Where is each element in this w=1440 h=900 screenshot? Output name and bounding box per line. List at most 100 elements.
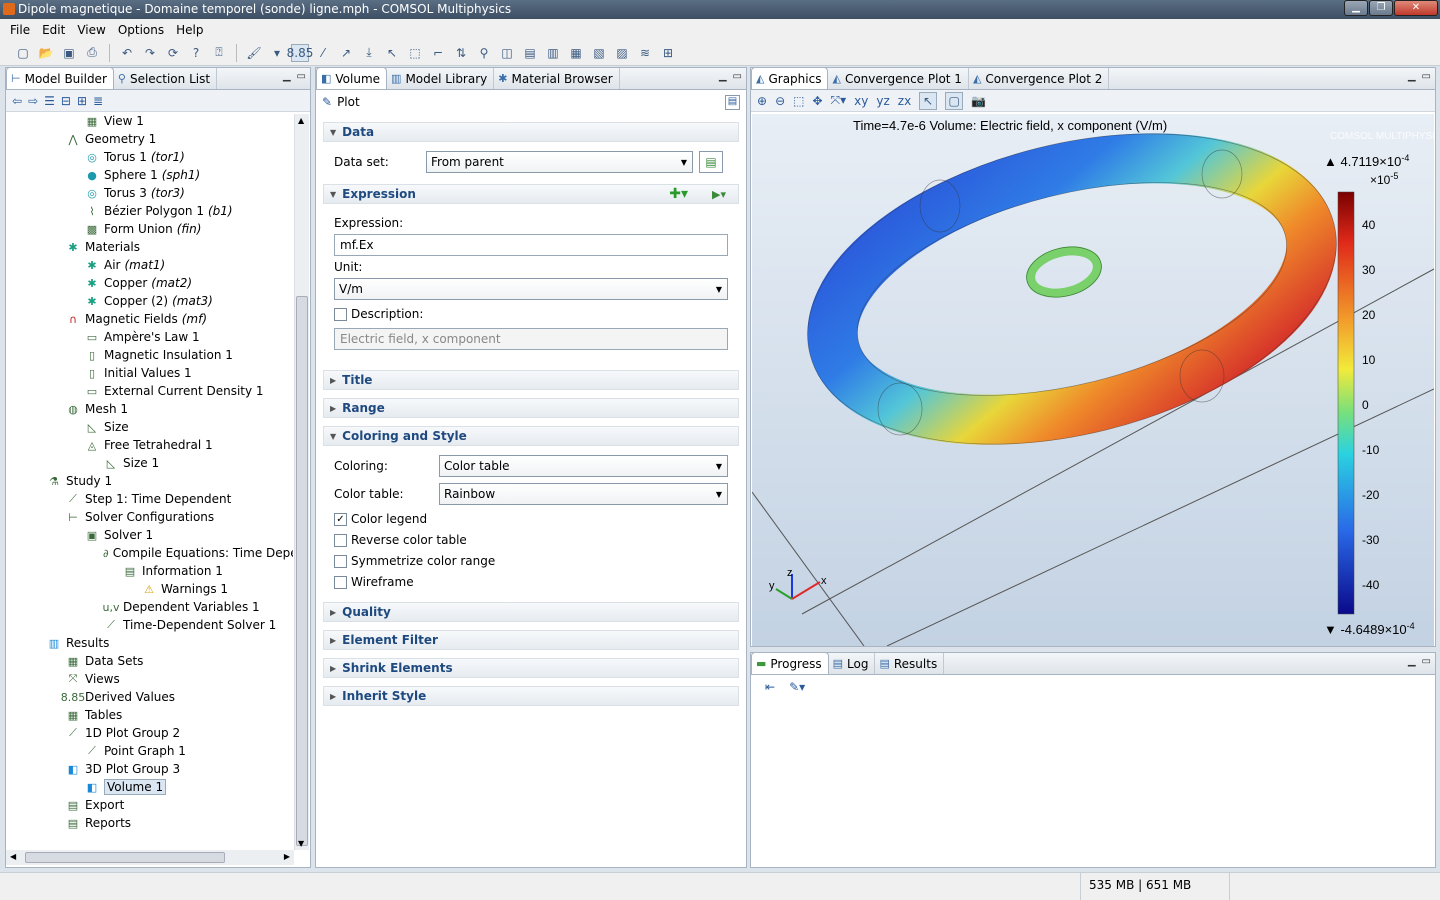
wave-icon[interactable]: ≋ [636, 44, 654, 62]
select-box-icon[interactable]: ⬚ [406, 44, 424, 62]
refresh-icon[interactable]: ⟳ [164, 44, 182, 62]
minimize-button[interactable]: ▁ [1344, 0, 1368, 16]
maximize-panel-icon[interactable]: ▭ [1422, 656, 1431, 667]
tree-item[interactable]: ◺ Size 1 [6, 454, 293, 472]
tree-item[interactable]: ▭ Ampère's Law 1 [6, 328, 293, 346]
close-button[interactable]: ✕ [1394, 0, 1438, 16]
zoom-box-icon[interactable]: ⬚ [793, 94, 804, 108]
tab-progress[interactable]: ▬ Progress [751, 652, 829, 674]
tree-horizontal-scrollbar[interactable]: ◀ ▶ [6, 850, 294, 865]
tree-item[interactable]: ◧ 3D Plot Group 3 [6, 760, 293, 778]
tree-item[interactable]: ◎ Torus 1 (tor1) [6, 148, 293, 166]
zoom-out-icon[interactable]: ⊖ [775, 94, 785, 108]
tree-item[interactable]: ⚠ Warnings 1 [6, 580, 293, 598]
menu-options[interactable]: Options [112, 23, 170, 37]
section-expression[interactable]: ▼ Expression ✚▾ ▶▾ [323, 184, 739, 204]
tree-item[interactable]: ✱ Materials [6, 238, 293, 256]
zoom-extents-icon[interactable]: ✥ [812, 94, 822, 108]
dropdown-arrow-icon[interactable]: ▾ [268, 44, 286, 62]
minimize-panel-icon[interactable]: ▁ [719, 71, 727, 82]
clear-progress-icon[interactable]: ⇤ [765, 680, 775, 694]
help-icon[interactable]: ? [187, 44, 205, 62]
menu-help[interactable]: Help [170, 23, 209, 37]
grid-icon[interactable]: ▦ [567, 44, 585, 62]
filter-icon[interactable]: ⚲ [475, 44, 493, 62]
transparency-icon[interactable]: ▢ [945, 91, 964, 110]
scroll-up-icon[interactable]: ▲ [298, 116, 304, 125]
tree-item[interactable]: ∂ Compile Equations: Time Depen [6, 544, 293, 562]
tab-graphics[interactable]: ◭ Graphics [751, 67, 829, 89]
tree-item[interactable]: ▤ Information 1 [6, 562, 293, 580]
tree-item[interactable]: ⟋ 1D Plot Group 2 [6, 724, 293, 742]
pointer-icon[interactable]: ↖ [383, 44, 401, 62]
section-shrink-elements[interactable]: ▶ Shrink Elements [323, 658, 739, 678]
open-file-icon[interactable]: 📂 [37, 44, 55, 62]
tab-convergence-plot-2[interactable]: ◭ Convergence Plot 2 [969, 68, 1110, 89]
tab-model-builder[interactable]: ⊢ Model Builder [6, 67, 114, 89]
pin-icon[interactable]: ↗ [337, 44, 355, 62]
unit-select[interactable]: V/m ▼ [334, 278, 728, 300]
table-view-icon[interactable]: ▨ [613, 44, 631, 62]
panel-icon[interactable]: ▧ [590, 44, 608, 62]
redo-icon[interactable]: ↷ [141, 44, 159, 62]
section-range[interactable]: ▶ Range [323, 398, 739, 418]
tree-item[interactable]: ▯ Magnetic Insulation 1 [6, 346, 293, 364]
scroll-down-icon[interactable]: ▼ [298, 839, 304, 848]
section-element-filter[interactable]: ▶ Element Filter [323, 630, 739, 650]
minimize-panel-icon[interactable]: ▁ [1408, 656, 1416, 667]
graphics-canvas[interactable]: Time=4.7e-6 Volume: Electric field, x co… [752, 114, 1434, 646]
forward-arrow-icon[interactable]: ⇨ [28, 94, 38, 108]
menu-file[interactable]: File [4, 23, 36, 37]
tree-item[interactable]: ▣ Solver 1 [6, 526, 293, 544]
maximize-panel-icon[interactable]: ▭ [297, 71, 306, 82]
tree-item[interactable]: ▯ Initial Values 1 [6, 364, 293, 382]
print-icon[interactable]: ⎙ [83, 44, 101, 62]
cube-icon[interactable]: ◫ [498, 44, 516, 62]
dynamic-help-icon[interactable]: ⍰ [210, 44, 228, 62]
new-file-icon[interactable]: ▢ [14, 44, 32, 62]
tree-item[interactable]: ◎ Torus 3 (tor3) [6, 184, 293, 202]
tree-item[interactable]: ◍ Mesh 1 [6, 400, 293, 418]
show-icon[interactable]: ☰ [44, 94, 55, 108]
tree-item[interactable]: ▦ View 1 [6, 112, 293, 130]
screenshot-icon[interactable]: 📷 [971, 94, 986, 108]
save-icon[interactable]: ▣ [60, 44, 78, 62]
tree-item[interactable]: ▤ Reports [6, 814, 293, 832]
minimize-panel-icon[interactable]: ▁ [1408, 71, 1416, 82]
view-zx-icon[interactable]: zx [898, 94, 911, 108]
select-mode-icon[interactable]: ↖ [919, 91, 938, 110]
brush-icon[interactable]: 🖌 [245, 44, 263, 62]
tree-item[interactable]: ▦ Data Sets [6, 652, 293, 670]
color-legend-checkbox[interactable]: ✓ [334, 512, 347, 526]
description-checkbox[interactable] [334, 307, 347, 321]
parameters-icon[interactable]: 8.85 [287, 43, 313, 62]
description-input[interactable]: Electric field, x component [334, 328, 728, 350]
tree-item[interactable]: ▩ Form Union (fin) [6, 220, 293, 238]
maximize-panel-icon[interactable]: ▭ [733, 71, 742, 82]
tree-item[interactable]: ✱ Air (mat1) [6, 256, 293, 274]
settings-brush-icon[interactable]: ✎▾ [789, 680, 805, 694]
tab-material-browser[interactable]: ✱ Material Browser [494, 68, 620, 89]
tree-item[interactable]: ⊢ Solver Configurations [6, 508, 293, 526]
tab-volume[interactable]: ◧ Volume [316, 67, 388, 89]
tab-convergence-plot-1[interactable]: ◭ Convergence Plot 1 [828, 68, 969, 89]
tab-log[interactable]: ▤ Log [829, 653, 876, 674]
tree-item[interactable]: ◬ Free Tetrahedral 1 [6, 436, 293, 454]
scroll-left-icon[interactable]: ◀ [10, 852, 16, 861]
dataset-select[interactable]: From parent ▼ [426, 151, 693, 173]
add-expression-icon[interactable]: ✚▾ [669, 186, 688, 202]
tree-item[interactable]: ▭ External Current Density 1 [6, 382, 293, 400]
wireframe-checkbox[interactable] [334, 575, 347, 589]
tab-results[interactable]: ▤ Results [875, 653, 945, 674]
replace-expression-icon[interactable]: ▶▾ [712, 188, 726, 201]
tree-item[interactable]: ✱ Copper (2) (mat3) [6, 292, 293, 310]
tree-item[interactable]: 8.85 Derived Values [6, 688, 293, 706]
collapse-icon[interactable]: ⊟ [61, 94, 71, 108]
tree-item[interactable]: ⌇ Bézier Polygon 1 (b1) [6, 202, 293, 220]
section-coloring-style[interactable]: ▼ Coloring and Style [323, 426, 739, 446]
color-table-select[interactable]: Rainbow ▼ [439, 483, 728, 505]
tree-item[interactable]: ⤧ Views [6, 670, 293, 688]
scroll-thumb[interactable] [296, 296, 308, 846]
minimize-panel-icon[interactable]: ▁ [283, 71, 291, 82]
list-icon[interactable]: ≣ [93, 94, 103, 108]
